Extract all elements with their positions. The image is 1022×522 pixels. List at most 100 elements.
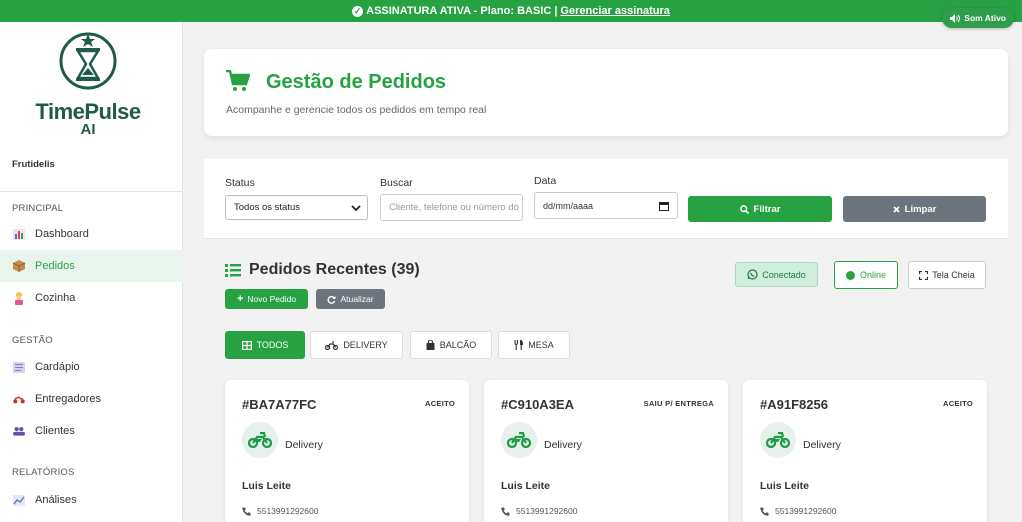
divider bbox=[0, 191, 183, 192]
motorcycle-icon bbox=[248, 432, 272, 448]
phone-icon bbox=[760, 507, 769, 516]
sidebar-item-analises[interactable]: Análises bbox=[0, 484, 183, 516]
sound-label: Som Ativo bbox=[964, 13, 1006, 23]
sidebar-item-pedidos[interactable]: Pedidos bbox=[0, 250, 183, 282]
sidebar-item-label: Cozinha bbox=[35, 292, 76, 304]
shopping-bag-icon bbox=[426, 340, 435, 350]
order-id: #BA7A77FC bbox=[242, 397, 317, 412]
whatsapp-status-badge: Conectado bbox=[735, 262, 818, 287]
new-order-button[interactable]: + Novo Pedido bbox=[225, 289, 308, 309]
order-status-badge: ACEITO bbox=[943, 399, 973, 408]
page-header-card: Gestão de Pedidos Acompanhe e gerencie t… bbox=[204, 49, 1008, 136]
tab-delivery[interactable]: DELIVERY bbox=[310, 331, 403, 359]
brand-logo[interactable]: TimePulse AI bbox=[28, 28, 148, 140]
tab-mesa[interactable]: MESA bbox=[498, 331, 570, 359]
menu-icon bbox=[13, 361, 25, 373]
sidebar-item-label: Cardápio bbox=[35, 361, 80, 373]
sidebar-item-label: Pedidos bbox=[35, 260, 75, 272]
customer-name: Luis Leite bbox=[501, 480, 551, 492]
order-card[interactable]: #C910A3EA SAIU P/ ENTREGA Delivery Luis … bbox=[484, 380, 728, 522]
users-icon bbox=[13, 425, 25, 437]
check-circle-icon: ✓ bbox=[352, 5, 364, 17]
motorcycle-icon bbox=[325, 340, 339, 350]
order-card[interactable]: #A91F8256 ACEITO Delivery Luis Leite 551… bbox=[743, 380, 987, 522]
sidebar-item-label: Dashboard bbox=[35, 228, 89, 240]
brand-suffix: AI bbox=[80, 121, 96, 138]
customer-phone: 5513991292600 bbox=[760, 506, 836, 516]
customer-name: Luis Leite bbox=[760, 480, 810, 492]
order-type: Delivery bbox=[803, 439, 841, 451]
subscription-banner: ✓ ASSINATURA ATIVA - Plano: BASIC | Gere… bbox=[0, 0, 1022, 22]
subscription-status: ASSINATURA ATIVA - Plano: BASIC | bbox=[366, 5, 558, 17]
page-subtitle: Acompanhe e gerencie todos os pedidos em… bbox=[226, 104, 487, 116]
brand-name: TimePulse bbox=[35, 99, 141, 124]
section-principal: PRINCIPAL bbox=[12, 203, 64, 214]
status-dot-icon bbox=[845, 270, 855, 280]
cook-icon bbox=[13, 291, 25, 305]
search-icon bbox=[739, 204, 749, 214]
package-icon bbox=[13, 260, 25, 272]
motorcycle-icon bbox=[13, 393, 25, 405]
calendar-icon bbox=[659, 202, 669, 211]
order-id: #A91F8256 bbox=[760, 397, 828, 412]
section-relatorios: RELATÓRIOS bbox=[12, 467, 75, 478]
search-label: Buscar bbox=[380, 177, 413, 189]
sidebar-item-cardapio[interactable]: Cardápio bbox=[0, 351, 183, 383]
phone-icon bbox=[501, 507, 510, 516]
order-status-badge: ACEITO bbox=[425, 399, 455, 408]
analytics-icon bbox=[13, 494, 25, 506]
order-id: #C910A3EA bbox=[501, 397, 574, 412]
plus-icon: + bbox=[236, 293, 244, 305]
whatsapp-icon bbox=[747, 269, 758, 280]
store-name: Frutidelis bbox=[12, 159, 55, 170]
phone-icon bbox=[242, 507, 251, 516]
customer-name: Luis Leite bbox=[242, 480, 292, 492]
list-icon bbox=[225, 264, 241, 277]
grid-icon bbox=[241, 340, 252, 350]
tab-todos[interactable]: TODOS bbox=[225, 331, 305, 359]
status-select[interactable]: Todos os status bbox=[225, 195, 368, 220]
filters-panel: Status Todos os status Buscar Cliente, t… bbox=[204, 159, 1008, 239]
order-type: Delivery bbox=[285, 439, 323, 451]
cart-icon bbox=[226, 70, 250, 91]
tab-balcao[interactable]: BALCÃO bbox=[410, 331, 492, 359]
sidebar-item-label: Entregadores bbox=[35, 393, 102, 405]
customer-phone: 5513991292600 bbox=[242, 506, 318, 516]
fullscreen-button[interactable]: Tela Cheia bbox=[908, 261, 986, 289]
search-input[interactable]: Cliente, telefone ou número do bbox=[380, 194, 523, 221]
expand-icon bbox=[919, 270, 929, 280]
delivery-type-icon bbox=[501, 422, 537, 458]
sidebar-item-clientes[interactable]: Clientes bbox=[0, 415, 183, 447]
sidebar: TimePulse AI Frutidelis PRINCIPAL Dashbo… bbox=[0, 22, 183, 522]
customer-phone: 5513991292600 bbox=[501, 506, 577, 516]
online-toggle[interactable]: Online bbox=[834, 261, 898, 289]
hourglass-logo-icon bbox=[59, 32, 117, 90]
order-type: Delivery bbox=[544, 439, 582, 451]
chart-icon bbox=[13, 228, 25, 240]
order-status-badge: SAIU P/ ENTREGA bbox=[643, 399, 714, 408]
clear-button[interactable]: Limpar bbox=[843, 196, 986, 222]
date-label: Data bbox=[534, 175, 557, 187]
utensils-icon bbox=[514, 340, 524, 350]
page-title: Gestão de Pedidos bbox=[266, 71, 447, 93]
orders-title: Pedidos Recentes (39) bbox=[249, 261, 420, 278]
chevron-down-icon bbox=[351, 205, 361, 212]
delivery-type-icon bbox=[760, 422, 796, 458]
sidebar-item-dashboard[interactable]: Dashboard bbox=[0, 218, 183, 250]
section-gestao: GESTÃO bbox=[12, 335, 53, 346]
sidebar-item-entregadores[interactable]: Entregadores bbox=[0, 383, 183, 415]
speaker-icon bbox=[950, 13, 961, 23]
status-label: Status bbox=[225, 177, 255, 189]
sidebar-item-label: Clientes bbox=[35, 425, 75, 437]
motorcycle-icon bbox=[766, 432, 790, 448]
sound-toggle-button[interactable]: Som Ativo bbox=[942, 8, 1014, 28]
manage-subscription-link[interactable]: Gerenciar assinatura bbox=[560, 5, 669, 17]
order-card[interactable]: #BA7A77FC ACEITO Delivery Luis Leite 551… bbox=[225, 380, 469, 522]
refresh-icon bbox=[328, 295, 336, 304]
refresh-button[interactable]: Atualizar bbox=[316, 289, 385, 309]
filter-button[interactable]: Filtrar bbox=[688, 196, 832, 222]
sidebar-item-cozinha[interactable]: Cozinha bbox=[0, 282, 183, 314]
motorcycle-icon bbox=[507, 432, 531, 448]
date-input[interactable]: dd/mm/aaaa bbox=[534, 192, 678, 219]
close-icon bbox=[893, 205, 900, 213]
